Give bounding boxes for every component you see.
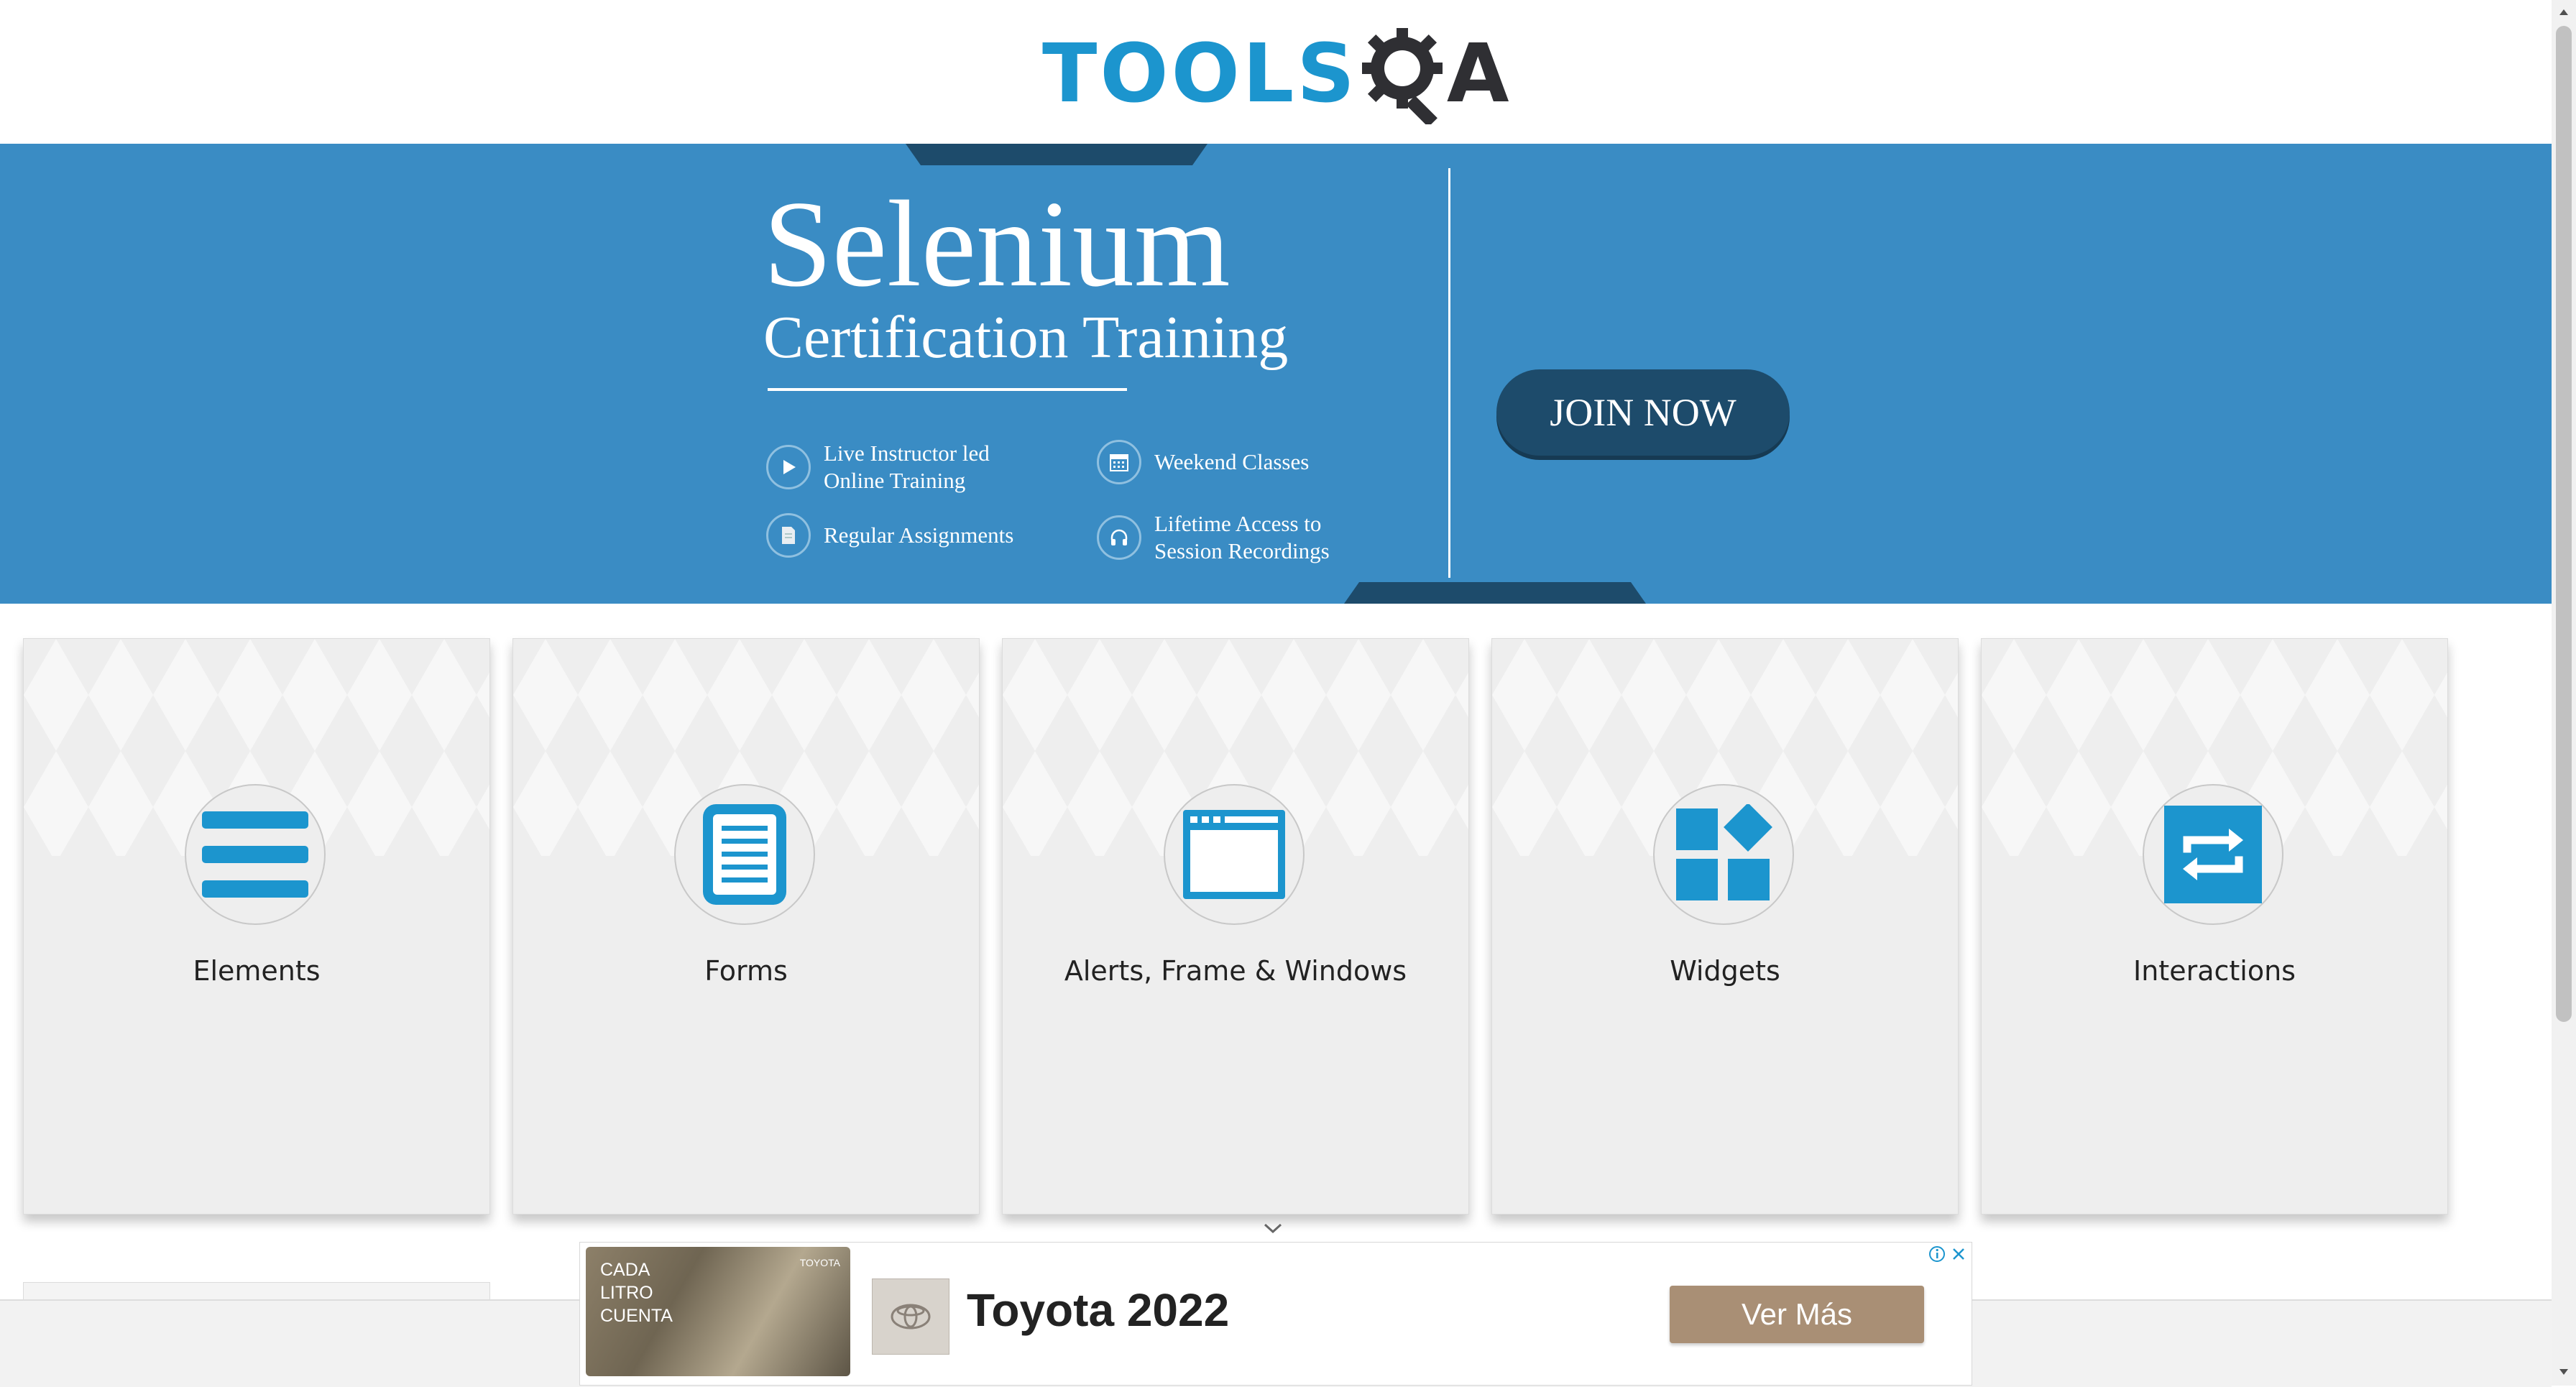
chevron-down-icon[interactable] (1262, 1222, 1284, 1236)
hamburger-menu-icon (202, 811, 308, 898)
card-elements[interactable]: Elements (23, 638, 490, 1215)
card-icon-circle (1653, 784, 1794, 925)
card-icon-circle (2143, 784, 2283, 925)
banner-divider (1448, 168, 1450, 578)
card-alerts-frame-windows[interactable]: Alerts, Frame & Windows (1002, 638, 1469, 1215)
feature-live-training: Live Instructor led Online Training (766, 440, 1054, 494)
banner-title: Selenium (763, 176, 1230, 313)
ad-image[interactable]: CADA LITRO CUENTA TOYOTA (586, 1247, 850, 1376)
card-label: Alerts, Frame & Windows (1064, 955, 1407, 987)
card-icon-circle (1164, 784, 1305, 925)
calendar-icon (1097, 440, 1141, 484)
card-label: Elements (193, 955, 321, 987)
document-lines-icon (703, 804, 786, 905)
feature-weekend-classes: Weekend Classes (1097, 440, 1384, 484)
feature-assignments: Regular Assignments (766, 513, 1054, 558)
card-widgets[interactable]: Widgets (1491, 638, 1959, 1215)
banner-stripe-bottom (1344, 582, 1646, 604)
feature-text: Live Instructor led Online Training (824, 441, 990, 493)
card-label: Interactions (2133, 955, 2296, 987)
vertical-scrollbar[interactable] (2552, 0, 2576, 1386)
card-forms[interactable]: Forms (512, 638, 980, 1215)
feature-text: Weekend Classes (1154, 449, 1310, 474)
swap-arrows-icon (2164, 806, 2262, 903)
card-interactions[interactable]: Interactions (1981, 638, 2448, 1215)
advertisement[interactable]: CADA LITRO CUENTA TOYOTA Toyota 2022 Ver… (579, 1242, 1972, 1386)
feature-text: Lifetime Access to Session Recordings (1154, 511, 1330, 563)
scroll-down-arrow-icon[interactable] (2557, 1365, 2570, 1378)
close-icon[interactable] (1949, 1244, 1969, 1264)
page: TOOLS A Selenium Certification Training … (0, 0, 2552, 1387)
ad-image-text: CADA LITRO CUENTA (600, 1260, 673, 1326)
feature-text: Regular Assignments (824, 522, 1014, 548)
info-icon[interactable] (1927, 1244, 1947, 1264)
toolsqa-logo[interactable]: TOOLS A (1042, 20, 1517, 128)
card-label: Forms (704, 955, 788, 987)
toyota-logo-icon[interactable] (872, 1278, 949, 1355)
feature-lifetime-access: Lifetime Access to Session Recordings (1097, 510, 1384, 565)
gear-magnifier-icon (1361, 28, 1443, 124)
join-now-button[interactable]: JOIN NOW (1496, 369, 1790, 456)
play-icon (766, 445, 811, 489)
logo-text-a: A (1446, 27, 1509, 121)
ad-cta-button[interactable]: Ver Más (1670, 1286, 1924, 1343)
widgets-blocks-icon (1676, 804, 1772, 900)
banner-stripe-top (906, 144, 1208, 165)
scrollbar-thumb[interactable] (2556, 26, 2572, 1022)
card-icon-circle (674, 784, 815, 925)
scroll-up-arrow-icon[interactable] (2557, 6, 2570, 19)
ad-image-brand: TOYOTA (799, 1257, 840, 1268)
site-header: TOOLS A (0, 0, 2552, 144)
logo-text-tools: TOOLS (1042, 27, 1358, 121)
browser-window-icon (1183, 810, 1285, 899)
ad-title[interactable]: Toyota 2022 (967, 1287, 1229, 1333)
banner-underline (768, 388, 1127, 391)
selenium-training-banner[interactable]: Selenium Certification Training Live Ins… (0, 144, 2552, 604)
card-icon-circle (185, 784, 326, 925)
headphones-icon (1097, 515, 1141, 560)
document-icon (766, 513, 811, 558)
card-label: Widgets (1670, 955, 1780, 987)
banner-subtitle: Certification Training (763, 304, 1289, 371)
